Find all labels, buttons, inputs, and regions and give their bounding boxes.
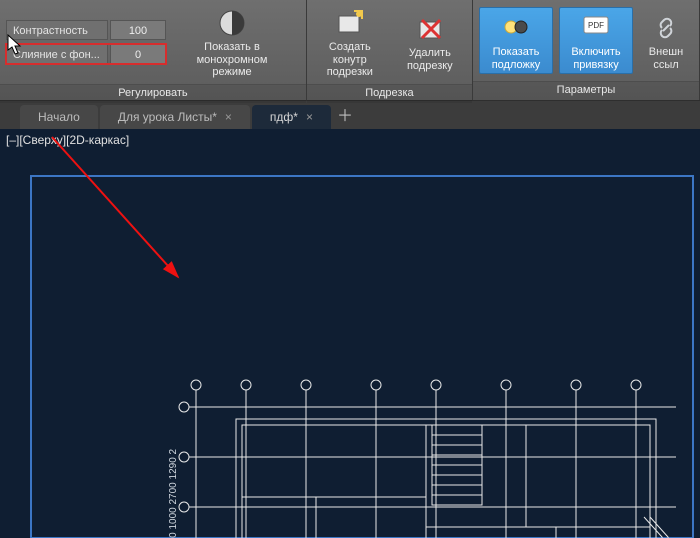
svg-text:PDF: PDF	[588, 21, 604, 30]
create-clip-icon	[334, 7, 366, 39]
tab-lesson-label: Для урока Листы*	[118, 110, 217, 124]
panel-adjust-title: Регулировать	[0, 84, 306, 103]
close-icon[interactable]: ×	[306, 110, 313, 124]
external-ref-button[interactable]: Внешн ссыл	[639, 7, 693, 74]
create-clip-label: Создать конутр подрезки	[320, 41, 380, 79]
panel-options: Показать подложку PDF Включить привязку …	[473, 0, 700, 100]
tab-add-button[interactable]: ＋	[333, 105, 357, 129]
viewport-state-label[interactable]: [–][Сверху][2D-каркас]	[6, 133, 129, 147]
monochrome-button[interactable]: Показать в монохромном режиме	[186, 2, 278, 82]
panel-clip: Создать конутр подрезки Удалить подрезку…	[307, 0, 473, 100]
panel-clip-title: Подрезка	[307, 84, 472, 103]
contrast-row: Контрастность 100	[6, 20, 166, 40]
show-underlay-label: Показать подложку	[486, 46, 546, 71]
remove-clip-icon	[414, 13, 446, 45]
remove-clip-label: Удалить подрезку	[400, 47, 460, 72]
monochrome-label: Показать в монохромном режиме	[193, 41, 271, 79]
fade-row: Слияние с фон... 0	[6, 44, 166, 64]
show-underlay-button[interactable]: Показать подложку	[479, 7, 553, 74]
contrast-circle-icon	[216, 7, 248, 39]
tab-pdf-label: пдф*	[270, 110, 298, 124]
tab-start[interactable]: Начало	[20, 105, 98, 129]
enable-snap-button[interactable]: PDF Включить привязку	[559, 7, 633, 74]
tab-lesson-sheets[interactable]: Для урока Листы* ×	[100, 105, 250, 129]
enable-snap-label: Включить привязку	[566, 46, 626, 71]
panel-options-title: Параметры	[473, 81, 699, 100]
fade-value[interactable]: 0	[110, 44, 166, 64]
contrast-label: Контрастность	[6, 20, 108, 40]
panel-adjust: Контрастность 100 Слияние с фон... 0 Пок…	[0, 0, 307, 100]
floor-plan-drawing	[176, 377, 676, 538]
external-ref-label: Внешн ссыл	[646, 46, 686, 71]
create-clip-button[interactable]: Создать конутр подрезки	[313, 2, 387, 82]
tab-start-label: Начало	[38, 110, 80, 124]
ribbon: Контрастность 100 Слияние с фон... 0 Пок…	[0, 0, 700, 101]
lightbulb-on-icon	[500, 12, 532, 44]
tab-pdf[interactable]: пдф* ×	[252, 105, 331, 129]
fade-label: Слияние с фон...	[6, 44, 108, 64]
contrast-value[interactable]: 100	[110, 20, 166, 40]
document-tabbar: Начало Для урока Листы* × пдф* × ＋	[0, 101, 700, 129]
close-icon[interactable]: ×	[225, 110, 232, 124]
adjust-fields: Контрастность 100 Слияние с фон... 0	[6, 20, 166, 64]
remove-clip-button[interactable]: Удалить подрезку	[393, 8, 467, 75]
link-icon	[650, 12, 682, 44]
drawing-viewport[interactable]: [–][Сверху][2D-каркас] 800 1000 270	[0, 129, 700, 538]
dimension-text: 800 1000 2700 1290 2	[168, 449, 179, 538]
pdf-icon: PDF	[580, 12, 612, 44]
